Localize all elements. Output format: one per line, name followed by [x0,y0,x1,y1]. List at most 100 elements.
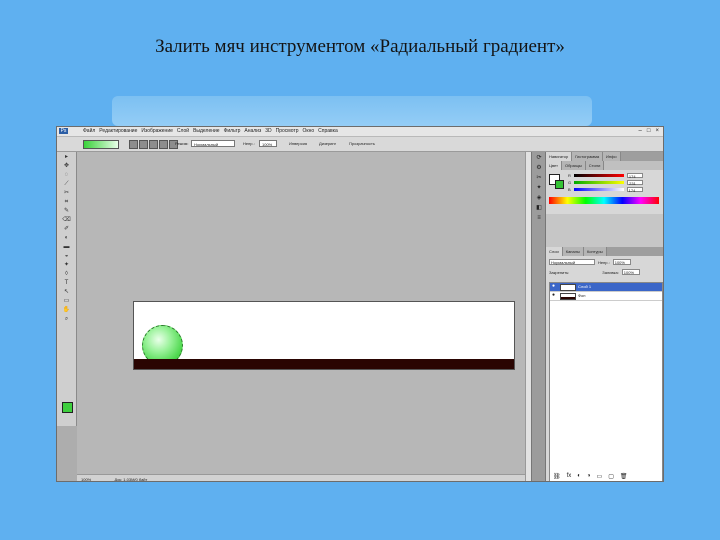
channel-value-b[interactable]: 174 [626,187,643,193]
minimize-button[interactable]: – [639,128,642,135]
tab-navigator-2[interactable]: Инфо [603,152,621,161]
tab-navigator-0[interactable]: Навигатор [546,152,573,161]
tool-icon-6[interactable]: ✎ [61,208,72,215]
panel-strip-icon-6[interactable]: ≡ [535,215,543,222]
linear-gradient-icon[interactable] [129,140,138,149]
menu-item-4[interactable]: Выделение [193,128,220,135]
menu-item-5[interactable]: Фильтр [224,128,241,135]
menu-item-9[interactable]: Окно [303,128,315,135]
layers-footer-icon-2[interactable]: ◐ [577,473,581,480]
tab-navigator-1[interactable]: Гистограмма [572,152,604,161]
layers-footer-icon-0[interactable]: ⛓ [553,473,561,480]
tool-icon-10[interactable]: ▬ [61,244,72,251]
layers-footer-icon-5[interactable]: ▢ [608,473,614,480]
fill-field[interactable]: 100% [621,269,640,275]
tab-layers-1[interactable]: Каналы [562,247,584,256]
tool-icon-17[interactable]: ✋ [61,307,72,314]
color-background-swatch[interactable] [555,180,564,189]
layers-footer-icon-3[interactable]: ◑ [587,473,591,480]
layers-footer-icon-1[interactable]: fx [567,473,572,480]
tool-icon-3[interactable]: ⟋ [61,181,72,188]
layer-row[interactable]: ● Слой 1 [550,283,662,292]
panel-strip-icon-3[interactable]: ✦ [535,185,543,192]
tool-icon-9[interactable]: ◐ [61,235,72,242]
tool-icon-5[interactable]: ⌗ [61,199,72,206]
tool-icon-2[interactable]: ◌ [61,172,72,179]
reverse-checkbox[interactable]: Инверсия [289,141,307,146]
tool-icon-11[interactable]: ◒ [61,253,72,260]
menu-item-1[interactable]: Редактирование [99,128,137,135]
tool-list: ▸ ✥ ◌ ⟋ ✂ ⌗ ✎ ⌫ ✐ ◐ ▬ ◒ ✦ ◊ T ↖ ▭ ✋ ⌕ [57,154,76,323]
angle-gradient-icon[interactable] [149,140,158,149]
channel-value-g[interactable]: 231 [627,180,644,186]
channel-row-r: R 174 [568,173,643,179]
menu-item-10[interactable]: Справка [318,128,338,135]
panel-strip-icon-4[interactable]: ◈ [535,195,543,202]
slide-title: Залить мяч инструментом «Радиальный град… [155,36,565,57]
panel-strip-icon-0[interactable]: ⟳ [535,155,543,162]
navigator-tabs: Навигатор Гистограмма Инфо [546,152,663,161]
floor-strip [134,359,514,369]
tool-icon-1[interactable]: ✥ [61,163,72,170]
panel-strip-icon-1[interactable]: ⚙ [535,165,543,172]
menu-item-8[interactable]: Просмотр [276,128,299,135]
eye-icon[interactable]: ● [552,293,556,298]
menu-item-2[interactable]: Изображение [141,128,173,135]
fill-label: Заливка: [602,269,619,275]
layers-footer-icon-6[interactable]: 🗑 [620,473,628,480]
channel-slider-r[interactable] [573,174,624,177]
color-spectrum[interactable] [549,197,659,204]
close-button[interactable]: × [655,128,659,135]
mode-select[interactable]: Нормальный [191,140,235,147]
zoom-readout[interactable]: 100% [81,477,91,481]
menu-item-7[interactable]: 3D [265,128,271,135]
transparency-checkbox[interactable]: Прозрачность [349,141,375,146]
tab-color-0[interactable]: Цвет [546,161,562,170]
tab-color-1[interactable]: Образцы [561,161,586,170]
menu-item-3[interactable]: Слой [177,128,189,135]
channel-label: B [568,187,571,192]
maximize-button[interactable]: □ [647,128,651,135]
layer-row[interactable]: ● Фон [550,292,662,301]
color-panel-body: Цвет Образцы Стили R 174 G 231 B 174 [546,161,663,214]
tab-layers-0[interactable]: Слои [546,247,563,256]
tool-icon-8[interactable]: ✐ [61,226,72,233]
opacity-field[interactable]: 100% [259,140,277,147]
tool-icon-7[interactable]: ⌫ [61,217,72,224]
mode-label: Режим: [175,141,189,146]
eye-icon[interactable]: ● [552,284,556,289]
window-controls: – □ × [639,128,659,135]
menu-item-0[interactable]: Файл [83,128,95,135]
tool-icon-14[interactable]: T [61,280,72,287]
tool-icon-15[interactable]: ↖ [61,289,72,296]
toolbox: ▸ ✥ ◌ ⟋ ✂ ⌗ ✎ ⌫ ✐ ◐ ▬ ◒ ✦ ◊ T ↖ ▭ ✋ ⌕ [57,152,77,426]
layers-footer-icon-4[interactable]: ▭ [597,473,603,480]
layer-opacity-field[interactable]: 100% [612,259,631,265]
panel-icon-strip: ⟳ ⚙ ✂ ✦ ◈ ◧ ≡ [531,152,546,481]
document-canvas[interactable] [133,301,515,370]
channel-slider-g[interactable] [574,181,625,184]
channel-slider-b[interactable] [573,188,624,191]
tool-icon-0[interactable]: ▸ [61,154,72,161]
panel-strip-icon-5[interactable]: ◧ [535,205,543,212]
radial-gradient-icon[interactable] [139,140,148,149]
tool-icon-18[interactable]: ⌕ [61,316,72,323]
channel-value-r[interactable]: 174 [626,173,643,179]
tool-icon-12[interactable]: ✦ [61,262,72,269]
tab-layers-2[interactable]: Контуры [583,247,607,256]
reflected-gradient-icon[interactable] [159,140,168,149]
blend-mode-select[interactable]: Нормальный [549,259,595,265]
panel-strip-icon-2[interactable]: ✂ [535,175,543,182]
foreground-color-swatch[interactable] [62,402,73,413]
blend-row: Нормальный Непр.: 100% [549,259,631,265]
tool-icon-4[interactable]: ✂ [61,190,72,197]
menu-item-6[interactable]: Анализ [244,128,261,135]
dither-checkbox[interactable]: Дизеринг [319,141,336,146]
tool-icon-13[interactable]: ◊ [61,271,72,278]
gradient-picker[interactable] [83,140,119,149]
opacity-label: Непр.: [243,141,255,146]
status-bar: 100% Док: 1,03M/0 байт [77,474,525,481]
tab-color-2[interactable]: Стили [585,161,605,170]
tool-icon-16[interactable]: ▭ [61,298,72,305]
channel-row-b: B 174 [568,187,643,193]
